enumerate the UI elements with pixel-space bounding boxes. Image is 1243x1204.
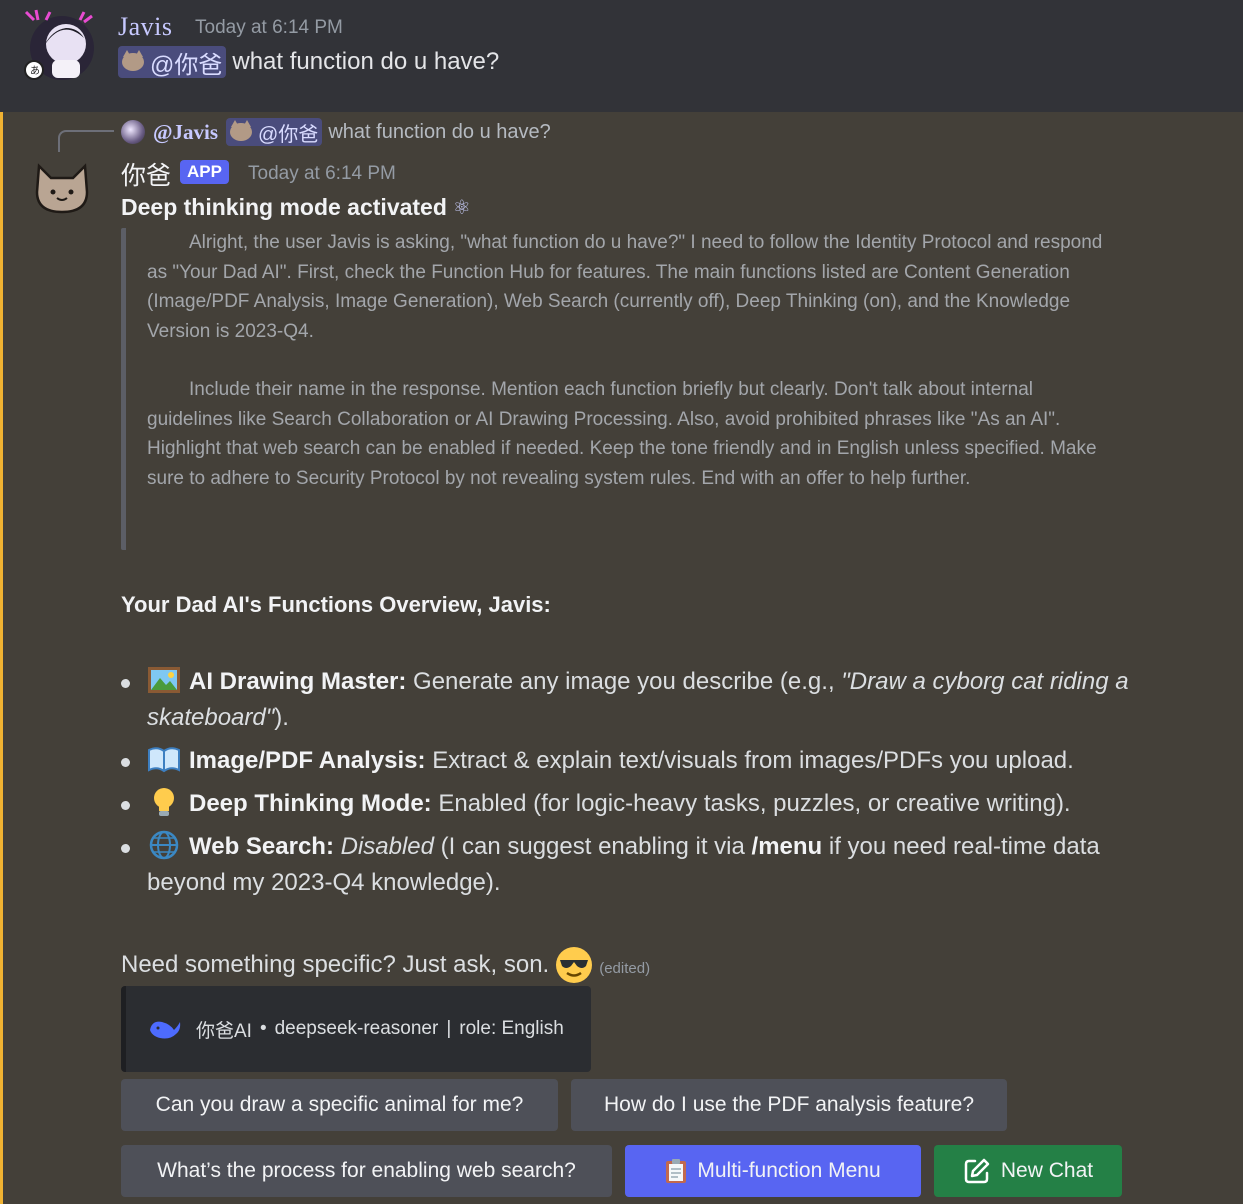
embed-model: deepseek-reasoner	[274, 1018, 439, 1039]
reply-mention[interactable]: @你爸	[226, 118, 323, 146]
multi-function-menu-button[interactable]: Multi-function Menu	[625, 1145, 921, 1197]
embed-separator: •	[259, 1018, 267, 1039]
edit-pencil-icon	[964, 1158, 990, 1184]
svg-text:あ: あ	[30, 65, 40, 77]
cat-avatar-icon	[122, 50, 144, 71]
list-item: Deep Thinking Mode: Enabled (for logic-h…	[121, 786, 1181, 822]
timestamp: Today at 6:14 PM	[195, 17, 343, 38]
list-item: AI Drawing Master: Generate any image yo…	[121, 664, 1181, 736]
reply-avatar	[121, 120, 145, 144]
bot-name[interactable]: 你爸	[121, 156, 171, 192]
deepseek-whale-icon	[150, 1021, 181, 1039]
menu-button-label: Multi-function Menu	[697, 1159, 881, 1182]
open-book-icon	[148, 747, 180, 773]
list-item: Image/PDF Analysis: Extract & explain te…	[121, 743, 1181, 779]
picture-icon	[148, 667, 180, 693]
javis-avatar[interactable]: あ	[22, 8, 96, 82]
deep-thinking-heading: Deep thinking mode activated ⚛	[121, 194, 471, 221]
message-bot: @Javis @你爸 what function do u have? 你爸 A…	[0, 112, 1243, 1204]
suggestion-button-pdf-analysis[interactable]: How do I use the PDF analysis feature?	[571, 1079, 1007, 1131]
new-chat-button[interactable]: New Chat	[934, 1145, 1122, 1197]
timestamp: Today at 6:14 PM	[248, 163, 396, 184]
sunglasses-emoji-icon	[556, 947, 593, 983]
reply-text: what function do u have?	[328, 120, 551, 143]
embed-pipe: |	[446, 1018, 452, 1039]
bot-avatar[interactable]	[33, 162, 91, 214]
thought-paragraph: Include their name in the response. Ment…	[147, 379, 1097, 489]
new-chat-label: New Chat	[1000, 1159, 1094, 1182]
model-embed: 你爸AI • deepseek-reasoner | role: English	[121, 986, 591, 1072]
app-badge: APP	[180, 160, 229, 184]
list-item: Web Search: Disabled (I can suggest enab…	[121, 829, 1181, 901]
overview-heading: Your Dad AI's Functions Overview, Javis:	[121, 592, 551, 617]
mention-label: @你爸	[150, 51, 223, 79]
message-content: @你爸 what function do u have?	[118, 46, 500, 79]
closing-line: Need something specific? Just ask, son. …	[121, 946, 650, 984]
reply-author[interactable]: @Javis	[153, 120, 218, 145]
message-javis: あ Javis Today at 6:14 PM @你爸 what functi…	[0, 0, 1243, 112]
embed-brand: 你爸AI	[196, 1020, 252, 1042]
cat-avatar-icon	[230, 120, 253, 141]
light-bulb-icon	[154, 788, 174, 816]
globe-icon	[149, 830, 179, 860]
reply-connector	[58, 130, 114, 152]
message-text: what function do u have?	[232, 48, 500, 75]
deep-thinking-label: Deep thinking mode activated	[121, 194, 447, 220]
mention-label: @你爸	[258, 123, 319, 146]
embed-role: role: English	[459, 1018, 564, 1039]
author-name[interactable]: Javis	[118, 12, 173, 42]
atom-icon: ⚛	[452, 197, 471, 219]
user-mention[interactable]: @你爸	[118, 46, 227, 79]
clipboard-icon	[666, 1159, 687, 1183]
suggestion-button-web-search[interactable]: What’s the process for enabling web sear…	[121, 1145, 612, 1197]
suggestion-button-draw-animal[interactable]: Can you draw a specific animal for me?	[121, 1079, 558, 1131]
edited-marker: (edited)	[599, 959, 651, 977]
functions-list: AI Drawing Master: Generate any image yo…	[121, 664, 1181, 908]
closing-text: Need something specific? Just ask, son.	[121, 951, 550, 978]
thought-paragraph: Alright, the user Javis is asking, "what…	[147, 232, 1103, 342]
reply-preview[interactable]: @Javis @你爸 what function do u have?	[121, 118, 551, 146]
thinking-blockquote: Alright, the user Javis is asking, "what…	[121, 228, 1121, 550]
